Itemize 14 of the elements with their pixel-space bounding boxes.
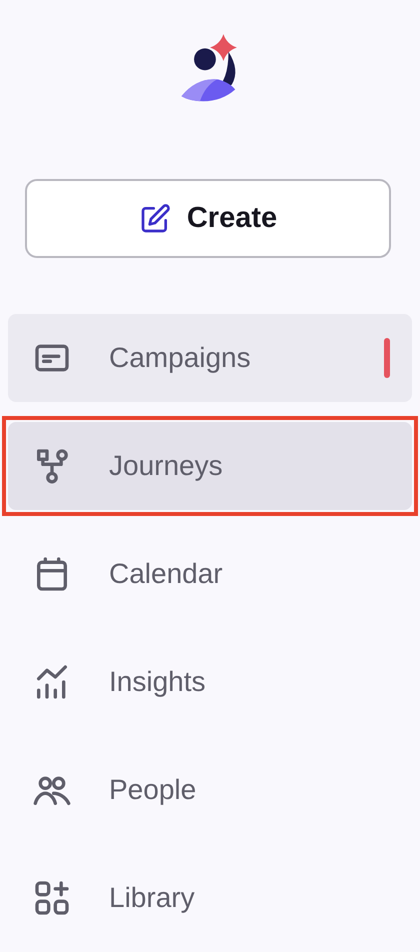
nav-item[interactable]: Library	[8, 854, 412, 942]
nav-label: People	[109, 773, 196, 807]
nav-label: Insights	[109, 665, 206, 699]
nav-item[interactable]: Calendar	[8, 530, 412, 618]
create-button[interactable]: Create	[25, 179, 391, 258]
nav-label: Calendar	[109, 557, 223, 591]
nav-label: Library	[109, 881, 195, 915]
edit-icon	[138, 202, 171, 234]
nav-item[interactable]: Journeys	[8, 422, 412, 510]
nav-item[interactable]: Campaigns	[8, 314, 412, 402]
nav-item[interactable]: People	[8, 746, 412, 834]
nav-label: Journeys	[109, 449, 223, 483]
nav-item[interactable]: Insights	[8, 638, 412, 726]
nav-label: Campaigns	[109, 341, 251, 375]
